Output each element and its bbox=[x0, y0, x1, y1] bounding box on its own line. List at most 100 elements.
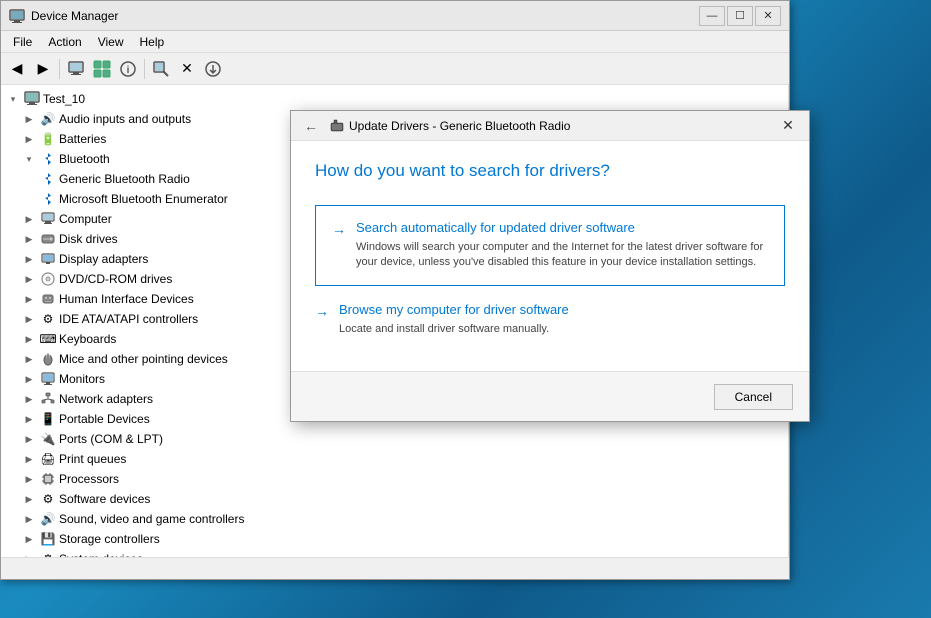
display-arrow[interactable]: ▶ bbox=[21, 251, 37, 267]
root-label: Test_10 bbox=[43, 92, 85, 106]
disk-icon bbox=[40, 231, 56, 247]
network-icon bbox=[40, 391, 56, 407]
mice-icon bbox=[40, 351, 56, 367]
storage-arrow[interactable]: ▶ bbox=[21, 531, 37, 547]
ide-icon: ⚙ bbox=[40, 311, 56, 327]
toolbar-info[interactable]: i bbox=[116, 57, 140, 81]
dvd-arrow[interactable]: ▶ bbox=[21, 271, 37, 287]
tree-root[interactable]: ▾ Test_10 bbox=[1, 89, 788, 109]
print-arrow[interactable]: ▶ bbox=[21, 451, 37, 467]
list-item[interactable]: ▶ 🔊 Sound, video and game controllers bbox=[1, 509, 788, 529]
batteries-arrow[interactable]: ▶ bbox=[21, 131, 37, 147]
gbr-label: Generic Bluetooth Radio bbox=[59, 172, 190, 186]
network-label: Network adapters bbox=[59, 392, 153, 406]
bluetooth-label: Bluetooth bbox=[59, 152, 110, 166]
list-item[interactable]: ▶ ⚙ Software devices bbox=[1, 489, 788, 509]
menu-file[interactable]: File bbox=[5, 33, 40, 51]
software-arrow[interactable]: ▶ bbox=[21, 491, 37, 507]
toolbar-driver[interactable] bbox=[201, 57, 225, 81]
audio-label: Audio inputs and outputs bbox=[59, 112, 191, 126]
sound-arrow[interactable]: ▶ bbox=[21, 511, 37, 527]
software-icon: ⚙ bbox=[40, 491, 56, 507]
search-auto-content: Search automatically for updated driver … bbox=[356, 220, 768, 271]
list-item[interactable]: ▶ Processors bbox=[1, 469, 788, 489]
browse-desc: Locate and install driver software manua… bbox=[339, 322, 769, 337]
storage-icon: 💾 bbox=[40, 531, 56, 547]
svg-text:i: i bbox=[127, 65, 130, 76]
toolbar-remove[interactable]: ✕ bbox=[175, 57, 199, 81]
hid-label: Human Interface Devices bbox=[59, 292, 194, 306]
portable-arrow[interactable]: ▶ bbox=[21, 411, 37, 427]
title-bar-buttons: — ☐ ✕ bbox=[699, 6, 781, 26]
dialog-footer: Cancel bbox=[291, 371, 809, 421]
toolbar-sep-1 bbox=[59, 59, 60, 79]
sound-icon: 🔊 bbox=[40, 511, 56, 527]
hid-icon bbox=[40, 291, 56, 307]
bluetooth-arrow[interactable]: ▾ bbox=[21, 151, 37, 167]
menu-help[interactable]: Help bbox=[132, 33, 173, 51]
dialog-device-icon bbox=[329, 118, 345, 134]
dvd-icon bbox=[40, 271, 56, 287]
dialog-back-button[interactable]: ← bbox=[299, 116, 323, 136]
hid-arrow[interactable]: ▶ bbox=[21, 291, 37, 307]
toolbar-scan[interactable] bbox=[149, 57, 173, 81]
keyboard-icon: ⌨ bbox=[40, 331, 56, 347]
monitors-icon bbox=[40, 371, 56, 387]
dialog-close-button[interactable]: ✕ bbox=[775, 116, 801, 136]
device-manager-icon bbox=[9, 8, 25, 24]
list-item[interactable]: ▶ 🖨 Print queues bbox=[1, 449, 788, 469]
mice-arrow[interactable]: ▶ bbox=[21, 351, 37, 367]
dialog-title: Update Drivers - Generic Bluetooth Radio bbox=[349, 119, 775, 133]
toolbar: ◀ ▶ i bbox=[1, 53, 789, 85]
toolbar-back[interactable]: ◀ bbox=[5, 57, 29, 81]
root-icon bbox=[24, 91, 40, 107]
batteries-label: Batteries bbox=[59, 132, 106, 146]
network-arrow[interactable]: ▶ bbox=[21, 391, 37, 407]
monitors-arrow[interactable]: ▶ bbox=[21, 371, 37, 387]
browse-title: Browse my computer for driver software bbox=[339, 302, 769, 317]
maximize-button[interactable]: ☐ bbox=[727, 6, 753, 26]
display-label: Display adapters bbox=[59, 252, 148, 266]
search-auto-arrow-icon: → bbox=[332, 221, 346, 237]
toolbar-sep-2 bbox=[144, 59, 145, 79]
display-icon bbox=[40, 251, 56, 267]
status-bar bbox=[1, 557, 789, 579]
search-auto-title: Search automatically for updated driver … bbox=[356, 220, 768, 235]
audio-icon: 🔊 bbox=[40, 111, 56, 127]
root-arrow[interactable]: ▾ bbox=[5, 91, 21, 107]
toolbar-update[interactable] bbox=[90, 57, 114, 81]
ports-icon: 🔌 bbox=[40, 431, 56, 447]
cancel-button[interactable]: Cancel bbox=[714, 384, 793, 410]
browse-arrow-icon: → bbox=[315, 303, 329, 319]
browse-computer-option[interactable]: → Browse my computer for driver software… bbox=[315, 296, 785, 351]
ide-label: IDE ATA/ATAPI controllers bbox=[59, 312, 198, 326]
processors-label: Processors bbox=[59, 472, 119, 486]
device-manager-titlebar: Device Manager — ☐ ✕ bbox=[1, 1, 789, 31]
menu-action[interactable]: Action bbox=[40, 33, 89, 51]
keyboard-label: Keyboards bbox=[59, 332, 116, 346]
toolbar-properties[interactable] bbox=[64, 57, 88, 81]
toolbar-forward[interactable]: ▶ bbox=[31, 57, 55, 81]
processors-arrow[interactable]: ▶ bbox=[21, 471, 37, 487]
computer-label: Computer bbox=[59, 212, 112, 226]
list-item[interactable]: ▶ ⚙ System devices bbox=[1, 549, 788, 557]
dialog-title-bar: ← Update Drivers - Generic Bluetooth Rad… bbox=[291, 111, 809, 141]
close-button[interactable]: ✕ bbox=[755, 6, 781, 26]
search-automatically-option[interactable]: → Search automatically for updated drive… bbox=[315, 205, 785, 286]
computer-arrow[interactable]: ▶ bbox=[21, 211, 37, 227]
disk-arrow[interactable]: ▶ bbox=[21, 231, 37, 247]
computer-icon bbox=[40, 211, 56, 227]
list-item[interactable]: ▶ 💾 Storage controllers bbox=[1, 529, 788, 549]
minimize-button[interactable]: — bbox=[699, 6, 725, 26]
sound-label: Sound, video and game controllers bbox=[59, 512, 244, 526]
list-item[interactable]: ▶ 🔌 Ports (COM & LPT) bbox=[1, 429, 788, 449]
keyboard-arrow[interactable]: ▶ bbox=[21, 331, 37, 347]
software-label: Software devices bbox=[59, 492, 150, 506]
ports-arrow[interactable]: ▶ bbox=[21, 431, 37, 447]
monitors-label: Monitors bbox=[59, 372, 105, 386]
portable-label: Portable Devices bbox=[59, 412, 150, 426]
ide-arrow[interactable]: ▶ bbox=[21, 311, 37, 327]
audio-arrow[interactable]: ▶ bbox=[21, 111, 37, 127]
menu-view[interactable]: View bbox=[90, 33, 132, 51]
dialog-header: How do you want to search for drivers? bbox=[291, 141, 809, 193]
